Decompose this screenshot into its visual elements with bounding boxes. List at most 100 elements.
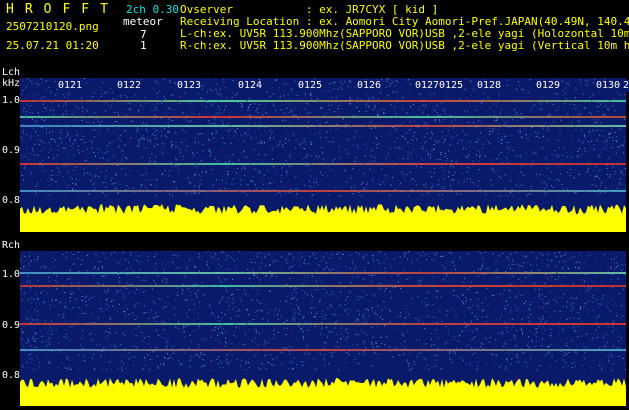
noise-speck (516, 353, 518, 355)
noise-speck (53, 114, 55, 116)
noise-speck (69, 270, 71, 272)
noise-speck (421, 164, 423, 166)
noise-speck (278, 143, 280, 145)
noise-speck (334, 175, 336, 177)
noise-speck (381, 309, 383, 311)
noise-speck (316, 359, 318, 360)
noise-speck (506, 121, 508, 123)
noise-speck (467, 111, 469, 113)
noise-speck (355, 320, 357, 322)
noise-speck (425, 104, 426, 106)
noise-speck (440, 296, 442, 298)
noise-speck (46, 345, 48, 347)
noise-speck (358, 163, 360, 165)
noise-speck (587, 79, 589, 81)
noise-speck (578, 174, 580, 175)
noise-speck (110, 179, 112, 181)
noise-speck (71, 125, 73, 127)
noise-speck (441, 189, 443, 191)
noise-speck (148, 335, 150, 337)
noise-speck (309, 175, 311, 177)
noise-speck (407, 190, 409, 191)
noise-speck (320, 347, 322, 349)
noise-speck (173, 307, 175, 309)
noise-speck (47, 292, 49, 294)
noise-speck (332, 141, 334, 143)
noise-speck (411, 259, 413, 261)
noise-speck (174, 190, 176, 192)
noise-speck (570, 172, 572, 174)
noise-speck (545, 296, 547, 298)
noise-speck (398, 184, 400, 186)
noise-speck (374, 311, 376, 313)
noise-speck (486, 362, 488, 364)
noise-speck (569, 80, 570, 82)
noise-speck (270, 137, 272, 139)
noise-speck (21, 175, 23, 177)
noise-speck (614, 131, 616, 133)
noise-speck (178, 321, 180, 323)
noise-speck (445, 342, 447, 344)
noise-speck (216, 359, 218, 360)
noise-speck (203, 353, 205, 355)
noise-speck (31, 302, 33, 304)
noise-speck (607, 334, 609, 336)
noise-speck (377, 111, 379, 113)
noise-speck (65, 349, 67, 351)
noise-speck (158, 275, 160, 277)
noise-speck (351, 187, 353, 188)
noise-speck (490, 302, 492, 304)
noise-speck (602, 345, 603, 347)
noise-speck (459, 139, 461, 141)
noise-speck (511, 135, 513, 137)
noise-speck (547, 323, 549, 325)
noise-speck (494, 121, 496, 123)
noise-speck (536, 269, 538, 271)
noise-speck (403, 125, 405, 127)
noise-speck (323, 272, 325, 274)
noise-speck (109, 88, 111, 90)
noise-speck (539, 189, 541, 190)
noise-speck (314, 316, 316, 317)
noise-speck (371, 190, 373, 192)
noise-speck (493, 310, 495, 312)
noise-speck (299, 309, 301, 311)
noise-speck (324, 323, 326, 325)
noise-speck (222, 251, 224, 253)
noise-speck (574, 256, 576, 258)
noise-speck (494, 171, 495, 173)
noise-speck (171, 304, 172, 306)
noise-speck (401, 317, 403, 319)
noise-speck (607, 355, 609, 357)
noise-speck (130, 323, 132, 325)
noise-speck (558, 332, 560, 334)
noise-speck (594, 176, 596, 178)
noise-speck (530, 264, 532, 266)
noise-speck (343, 170, 345, 172)
noise-speck (611, 146, 613, 148)
noise-speck (166, 305, 168, 307)
noise-speck (160, 298, 162, 300)
noise-speck (511, 119, 513, 121)
noise-speck (249, 104, 251, 106)
noise-speck (346, 341, 348, 343)
noise-speck (567, 113, 569, 115)
noise-speck (343, 336, 345, 338)
noise-speck (101, 105, 103, 107)
noise-speck (545, 192, 547, 194)
noise-speck (449, 358, 451, 360)
noise-speck (256, 277, 258, 278)
noise-speck (565, 366, 567, 368)
lch-time-label: 0130 (595, 80, 622, 92)
noise-speck (116, 128, 118, 130)
noise-speck (34, 154, 36, 156)
noise-speck (134, 192, 136, 193)
noise-speck (481, 302, 483, 304)
noise-speck (91, 357, 93, 359)
noise-speck (420, 305, 422, 307)
noise-speck (108, 331, 110, 333)
noise-speck (171, 357, 173, 358)
noise-speck (223, 111, 225, 113)
noise-speck (60, 191, 62, 193)
noise-speck (322, 282, 324, 284)
